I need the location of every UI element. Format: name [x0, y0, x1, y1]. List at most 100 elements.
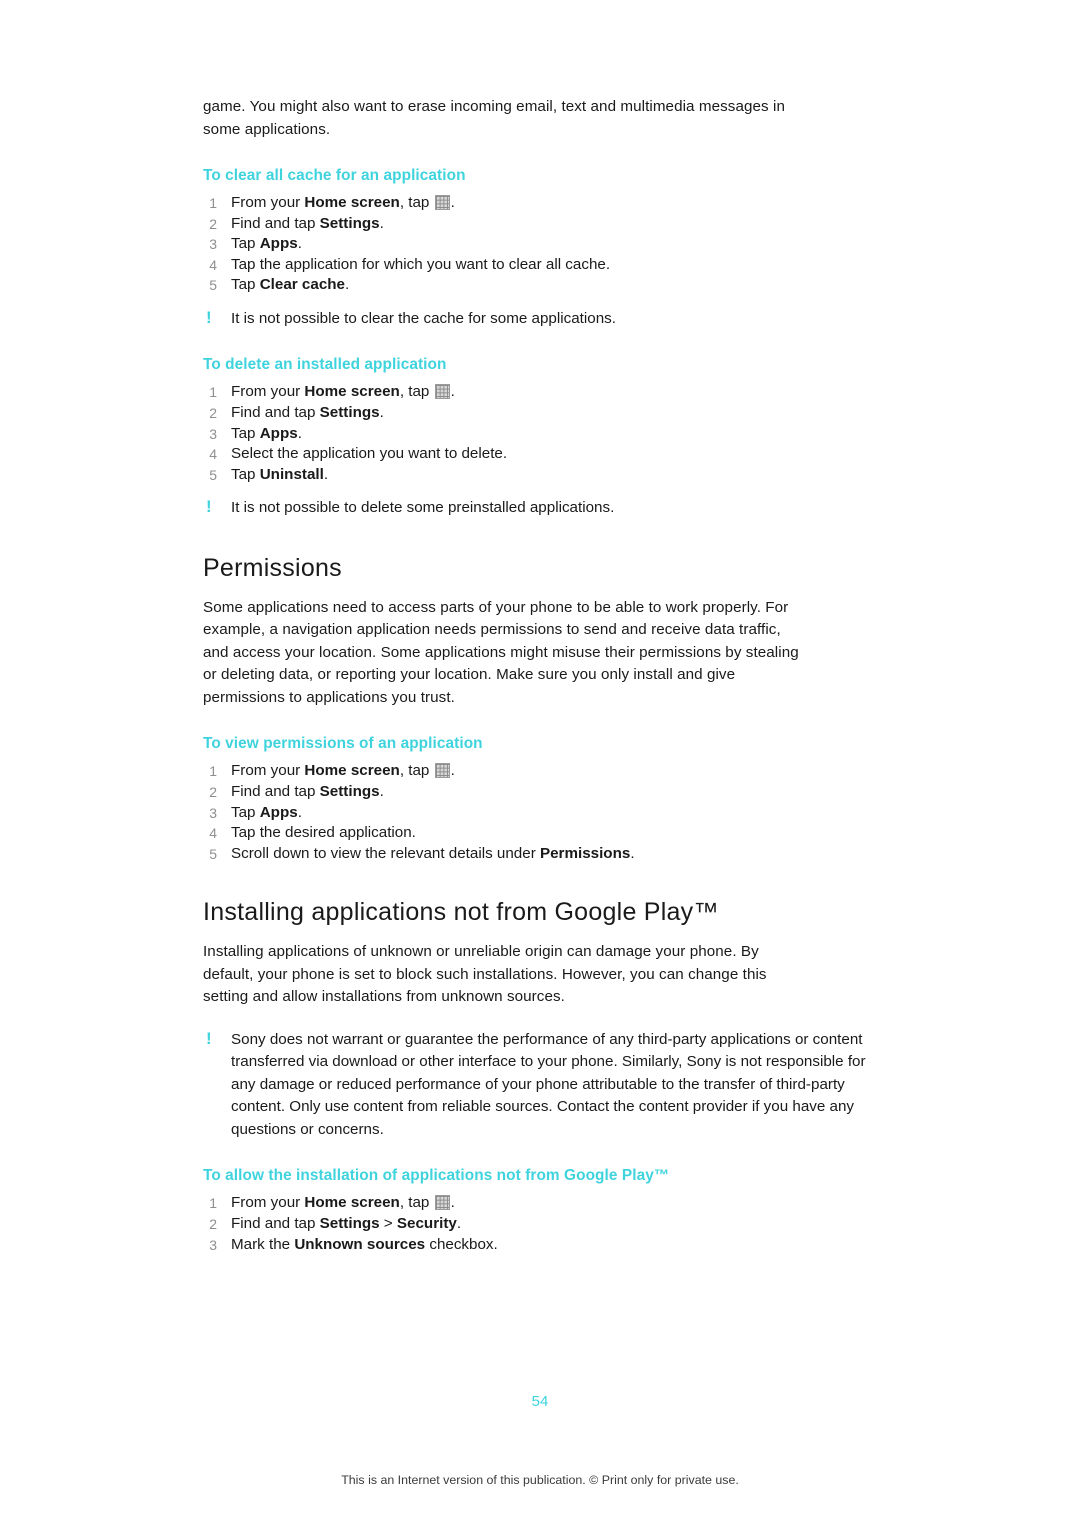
- step-text-bold: Settings: [319, 783, 380, 801]
- body-line: Installing applications of unknown or un…: [203, 943, 759, 961]
- list-item: 3 Mark the Unknown sources checkbox.: [203, 1235, 893, 1256]
- step-text-pre: Find and tap: [231, 404, 320, 422]
- step-number: 1: [209, 1195, 217, 1212]
- exclamation-icon: !: [206, 1028, 212, 1048]
- step-number: 3: [209, 236, 217, 253]
- page-content: game. You might also want to erase incom…: [203, 96, 893, 1255]
- list-item: 4 Tap the application for which you want…: [203, 255, 893, 276]
- step-number: 5: [209, 277, 217, 294]
- list-item: 4 Tap the desired application.: [203, 823, 893, 844]
- step-text-bold: Settings: [319, 404, 380, 422]
- step-text-bold: Settings: [319, 214, 380, 232]
- page-footer: This is an Internet version of this publ…: [341, 1473, 739, 1487]
- step-text-post: .: [630, 844, 635, 862]
- note-line: content. Only use content from reliable …: [231, 1098, 855, 1116]
- list-item: 5 Tap Clear cache.: [203, 275, 893, 296]
- step-text-pre: From your: [231, 194, 305, 211]
- step-text-pre: Tap: [231, 424, 260, 442]
- steps-delete-application: 1 From your Home screen, tap . 2 Find an…: [203, 382, 893, 485]
- heading-clear-cache: To clear all cache for an application: [203, 167, 466, 184]
- step-text-post: .: [379, 214, 384, 232]
- step-text-post: .: [297, 803, 302, 821]
- step-text-post: checkbox.: [425, 1235, 498, 1253]
- step-number: 5: [209, 466, 217, 483]
- step-number: 5: [209, 845, 217, 862]
- step-number: 3: [209, 804, 217, 821]
- step-text-bold: Settings: [319, 1215, 380, 1232]
- installing-body: Installing applications of unknown or un…: [203, 941, 893, 1009]
- list-item: 1 From your Home screen, tap .: [203, 761, 893, 782]
- step-text-bold: Home screen: [304, 383, 400, 401]
- step-number: 1: [209, 763, 217, 780]
- steps-clear-cache: 1 From your Home screen, tap . 2 Find an…: [203, 193, 893, 296]
- step-text-bold: Apps: [259, 424, 298, 442]
- step-number: 1: [209, 384, 217, 401]
- step-text-pre: Select the application you want to delet…: [231, 445, 508, 463]
- step-text-bold: Home screen: [304, 1194, 400, 1212]
- step-text-post: , tap: [399, 194, 434, 211]
- step-number: 1: [209, 195, 217, 211]
- note-line: transferred via download or other interf…: [231, 1053, 866, 1071]
- list-item: 2 Find and tap Settings.: [203, 403, 893, 424]
- step-number: 2: [209, 1216, 217, 1232]
- step-text-bold: Uninstall: [259, 465, 324, 483]
- note-line: questions or concerns.: [231, 1120, 384, 1138]
- step-number: 2: [209, 215, 217, 232]
- step-number: 4: [209, 825, 217, 842]
- step-text-pre: Find and tap: [231, 214, 320, 232]
- heading-allow-installation: To allow the installation of application…: [203, 1167, 670, 1185]
- step-text-bold: Home screen: [304, 762, 400, 780]
- step-number: 4: [209, 446, 217, 463]
- exclamation-icon: !: [206, 497, 212, 517]
- list-item: 3 Tap Apps.: [203, 424, 893, 445]
- body-line: permissions to applications you trust.: [203, 688, 455, 706]
- step-text-pre: From your: [231, 1194, 305, 1212]
- step-text-pre: Mark the: [231, 1235, 295, 1253]
- body-line: default, your phone is set to block such…: [203, 965, 767, 983]
- note-line: any damage or reduced performance of you…: [231, 1075, 845, 1093]
- body-line: example, a navigation application needs …: [203, 621, 781, 639]
- step-number: 2: [209, 405, 217, 422]
- step-text-post: , tap: [399, 383, 434, 401]
- step-text-post: .: [323, 465, 329, 483]
- step-text-pre: Tap: [231, 465, 260, 483]
- step-text-post: .: [297, 424, 302, 442]
- apps-grid-icon: [434, 1195, 450, 1211]
- body-line: or deleting data, or reporting your loca…: [203, 666, 736, 684]
- list-item: 3 Tap Apps.: [203, 234, 893, 255]
- step-text-bold-2: Security: [396, 1215, 457, 1232]
- step-text-tail: .: [450, 194, 455, 211]
- step-text-tail: .: [450, 1194, 455, 1212]
- list-item: 5 Tap Uninstall.: [203, 465, 893, 486]
- list-item: 4 Select the application you want to del…: [203, 444, 893, 465]
- step-text-post: , tap: [399, 762, 434, 780]
- step-text-bold: Home screen: [304, 194, 400, 211]
- step-number: 2: [209, 784, 217, 801]
- list-item: 2 Find and tap Settings.: [203, 214, 893, 235]
- step-text-pre: Tap: [231, 276, 260, 294]
- step-text-post: .: [456, 1215, 462, 1232]
- step-number: 3: [209, 425, 217, 442]
- step-text-bold: Apps: [259, 803, 298, 821]
- step-text-post: .: [379, 404, 384, 422]
- intro-line-1: game. You might also want to erase incom…: [203, 98, 785, 115]
- permissions-body: Some applications need to access parts o…: [203, 597, 893, 710]
- list-item: 1 From your Home screen, tap .: [203, 1193, 893, 1214]
- step-text-pre: Tap the desired application.: [231, 824, 416, 842]
- note-text: It is not possible to delete some preins…: [231, 499, 615, 517]
- step-text-post: .: [297, 235, 302, 253]
- step-text-post: .: [379, 783, 384, 801]
- step-text-pre: Find and tap: [231, 1215, 320, 1232]
- step-text-mid: >: [379, 1215, 397, 1232]
- steps-view-permissions: 1 From your Home screen, tap . 2 Find an…: [203, 761, 893, 864]
- list-item: 3 Tap Apps.: [203, 803, 893, 824]
- step-text-pre: Tap: [231, 235, 260, 253]
- step-number: 4: [209, 256, 217, 273]
- step-text-pre: From your: [231, 383, 305, 401]
- step-text-pre: Scroll down to view the relevant details…: [231, 844, 540, 862]
